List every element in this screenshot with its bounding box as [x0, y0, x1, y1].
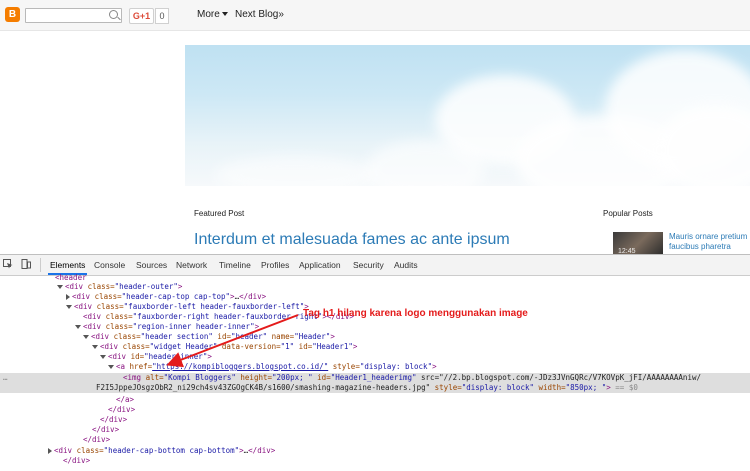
tab-console[interactable]: Console	[94, 260, 125, 270]
search-icon[interactable]	[109, 10, 118, 19]
expand-toggle-icon[interactable]	[100, 355, 106, 359]
ellipsis-icon: …	[3, 373, 8, 382]
popular-post-title[interactable]: Mauris ornare pretium faucibus pharetra	[669, 232, 749, 252]
dom-node[interactable]: <div class="widget Header" data-version=…	[0, 342, 750, 352]
tab-sources[interactable]: Sources	[136, 260, 167, 270]
tab-profiles[interactable]: Profiles	[261, 260, 289, 270]
inspect-element-icon[interactable]	[3, 259, 13, 269]
gplus-count: 0	[155, 8, 169, 24]
dom-node[interactable]: </div>	[0, 405, 750, 415]
dom-node[interactable]: <div class="region-inner header-inner">	[0, 322, 750, 332]
caret-down-icon	[221, 12, 228, 17]
dom-node-selected[interactable]: … <img alt="Kompi Bloggers" height="200px…	[0, 373, 750, 393]
popular-post-thumbnail[interactable]: 12:45	[613, 232, 663, 256]
tab-network[interactable]: Network	[176, 260, 207, 270]
dom-node[interactable]: <a href="https://kompibloggers.blogspot.…	[0, 362, 750, 372]
annotation-text: Tag h1 hilang karena logo menggunakan im…	[303, 308, 528, 319]
dom-node[interactable]: <div class="header section" id="header" …	[0, 332, 750, 342]
dom-node[interactable]: <div id="header-inner">	[0, 352, 750, 362]
more-label: More	[197, 9, 220, 20]
tab-application[interactable]: Application	[299, 260, 341, 270]
search-input[interactable]	[25, 8, 122, 23]
dom-node[interactable]: </div>	[0, 456, 750, 466]
expand-toggle-icon[interactable]	[66, 305, 72, 309]
toolbar-divider	[40, 258, 41, 272]
dom-node[interactable]: <div class="header-cap-top cap-top">…</d…	[0, 292, 750, 302]
device-toolbar-icon[interactable]	[21, 259, 31, 269]
dom-node[interactable]: </div>	[0, 425, 750, 435]
gplus-button[interactable]: G+1	[129, 8, 154, 24]
expand-toggle-icon[interactable]	[83, 335, 89, 339]
elements-dom-tree: <header <div class="header-outer"> <div cl…	[0, 273, 750, 471]
expand-toggle-icon[interactable]	[75, 325, 81, 329]
expand-toggle-icon[interactable]	[57, 285, 63, 289]
dom-node[interactable]: <div class="header-cap-bottom cap-bottom…	[0, 446, 750, 456]
blogger-logo-icon[interactable]: B	[5, 7, 20, 22]
expand-toggle-icon[interactable]	[108, 365, 114, 369]
next-blog-link[interactable]: Next Blog»	[235, 9, 284, 20]
dom-node[interactable]: <div class="header-outer">	[0, 282, 750, 292]
featured-post-heading: Featured Post	[194, 209, 245, 218]
tab-security[interactable]: Security	[353, 260, 384, 270]
dom-node[interactable]: </div>	[0, 415, 750, 425]
dom-node[interactable]: </div>	[0, 435, 750, 445]
popular-posts-heading: Popular Posts	[603, 209, 653, 218]
expand-toggle-icon[interactable]	[66, 294, 70, 300]
expand-toggle-icon[interactable]	[48, 448, 52, 454]
header-image[interactable]	[185, 45, 750, 186]
tab-audits[interactable]: Audits	[394, 260, 418, 270]
tab-timeline[interactable]: Timeline	[219, 260, 251, 270]
more-menu-button[interactable]: More	[197, 9, 228, 20]
devtools-panel: Elements Console Sources Network Timeline Pro…	[0, 254, 750, 471]
dom-node[interactable]: </a>	[0, 395, 750, 405]
expand-toggle-icon[interactable]	[92, 345, 98, 349]
blogger-navbar: B G+1 0 More Next Blog»	[0, 0, 750, 31]
tab-elements[interactable]: Elements	[47, 260, 88, 275]
featured-post-title[interactable]: Interdum et malesuada fames ac ante ipsu…	[194, 231, 510, 249]
